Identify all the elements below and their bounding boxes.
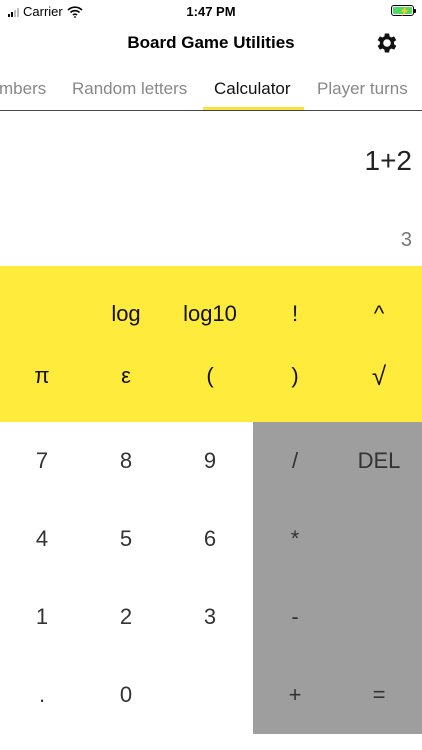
- pi-button[interactable]: π: [0, 348, 84, 404]
- tab-bar: mbers Random letters Calculator Player t…: [0, 66, 422, 111]
- tab-player-turns[interactable]: Player turns: [317, 79, 408, 99]
- factorial-button[interactable]: !: [253, 286, 337, 342]
- digit-4-button[interactable]: 4: [0, 510, 84, 568]
- divide-button[interactable]: /: [253, 432, 337, 490]
- digit-8-button[interactable]: 8: [84, 432, 168, 490]
- tab-random-numbers[interactable]: mbers: [0, 79, 46, 99]
- tab-calculator[interactable]: Calculator: [214, 79, 291, 99]
- open-paren-button[interactable]: (: [168, 348, 252, 404]
- battery-icon: ⚡: [391, 5, 416, 16]
- result-display: 3: [400, 229, 412, 251]
- digit-3-button[interactable]: 3: [168, 588, 252, 646]
- digit-2-button[interactable]: 2: [84, 588, 168, 646]
- close-paren-button[interactable]: ): [253, 348, 337, 404]
- expression-display: 1+2: [364, 145, 413, 176]
- digit-1-button[interactable]: 1: [0, 588, 84, 646]
- plus-button[interactable]: +: [253, 666, 337, 724]
- status-bar: Carrier 1:47 PM ⚡: [0, 0, 422, 22]
- active-tab-indicator: [203, 107, 304, 110]
- equals-button[interactable]: =: [337, 666, 421, 724]
- log-button[interactable]: log: [84, 286, 168, 342]
- epsilon-button[interactable]: ε: [84, 348, 168, 404]
- digit-9-button[interactable]: 9: [168, 432, 252, 490]
- digit-6-button[interactable]: 6: [168, 510, 252, 568]
- charging-bolt-icon: ⚡: [399, 6, 411, 16]
- page-title: Board Game Utilities: [127, 33, 295, 52]
- log10-button[interactable]: log10: [168, 286, 252, 342]
- minus-button[interactable]: -: [253, 588, 337, 646]
- decimal-point-button[interactable]: .: [0, 666, 84, 724]
- delete-button[interactable]: DEL: [337, 432, 421, 490]
- multiply-button[interactable]: *: [253, 510, 337, 568]
- status-time: 1:47 PM: [186, 4, 236, 19]
- tab-random-letters[interactable]: Random letters: [72, 79, 187, 99]
- power-button[interactable]: ^: [337, 286, 421, 342]
- digit-0-button[interactable]: 0: [84, 666, 168, 724]
- digit-7-button[interactable]: 7: [0, 432, 84, 490]
- gear-icon[interactable]: [374, 30, 400, 56]
- digit-5-button[interactable]: 5: [84, 510, 168, 568]
- sqrt-button[interactable]: √: [337, 348, 421, 404]
